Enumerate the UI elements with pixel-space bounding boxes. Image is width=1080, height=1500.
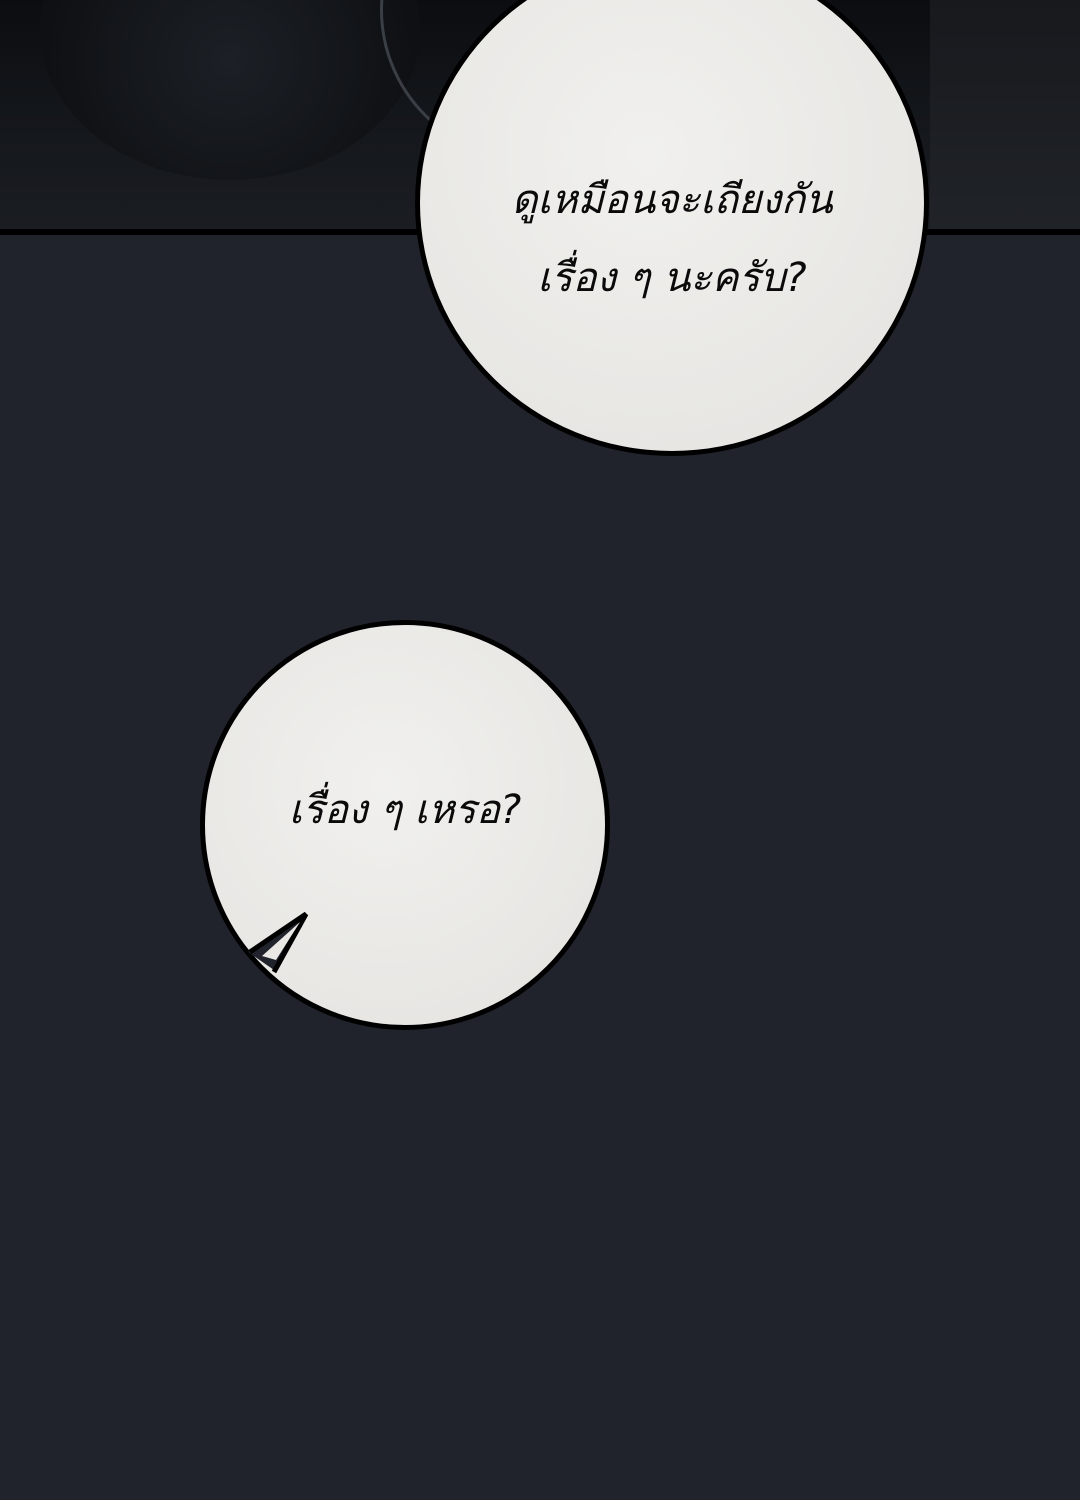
- dark-figure-shape: [40, 0, 420, 180]
- right-dark-shape: [930, 0, 1080, 232]
- speech-bubble-1-text: ดูเหมือนจะเถียงกัน เรื่อง ๆ นะครับ?: [511, 177, 833, 301]
- speech-bubble-2: เรื่อง ๆ เหรอ?: [200, 620, 610, 1030]
- speech-bubble-1: ดูเหมือนจะเถียงกัน เรื่อง ๆ นะครับ?: [415, 0, 929, 456]
- speech-bubble-2-text: เรื่อง ๆ เหรอ?: [288, 787, 522, 833]
- comic-page: ดูเหมือนจะเถียงกัน เรื่อง ๆ นะครับ? เรื่…: [0, 0, 1080, 1500]
